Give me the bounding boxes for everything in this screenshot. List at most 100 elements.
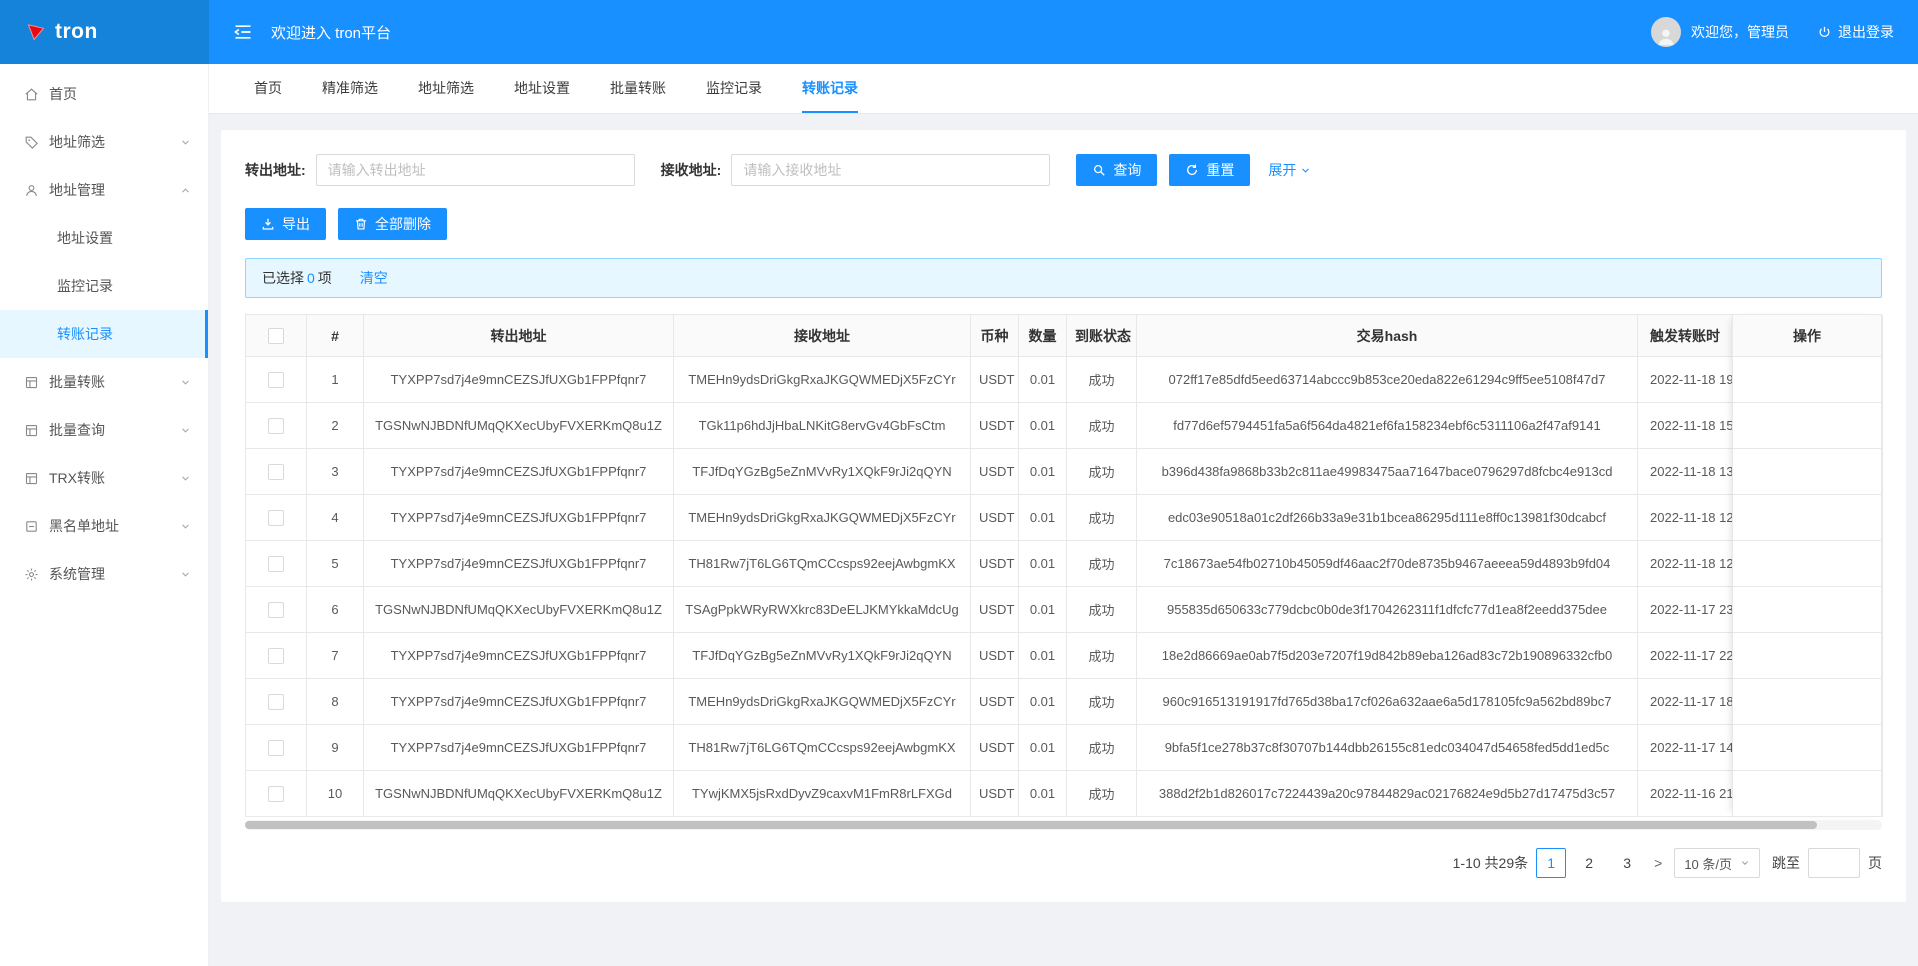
cell-status: 成功 <box>1067 679 1137 725</box>
action-row: 导出 全部删除 <box>245 208 1882 240</box>
cell-coin: USDT <box>971 679 1019 725</box>
tab-precise-filter[interactable]: 精准筛选 <box>322 64 378 113</box>
gear-icon <box>24 567 39 582</box>
cell-operation <box>1733 357 1881 403</box>
cell-to-address: TSAgPpkWRyRWXkrc83DeELJKMYkkaMdcUg <box>674 587 971 633</box>
chevron-down-icon <box>180 521 191 532</box>
row-checkbox[interactable] <box>268 371 284 388</box>
logo-area: tron <box>0 0 209 64</box>
page-button-1[interactable]: 1 <box>1536 848 1567 878</box>
search-icon <box>1092 163 1106 177</box>
row-checkbox[interactable] <box>268 785 284 802</box>
column-header-from: 转出地址 <box>364 315 674 357</box>
sidebar-subitem-address-setting[interactable]: 地址设置 <box>0 214 208 262</box>
table-row: 2 TGSNwNJBDNfUMqQKXecUbyFVXERKmQ8u1Z TGk11… <box>246 403 1883 449</box>
next-page-button[interactable]: > <box>1650 855 1666 871</box>
row-checkbox[interactable] <box>268 693 284 710</box>
logout-button[interactable]: 退出登录 <box>1817 22 1894 42</box>
cell-index: 6 <box>307 587 364 633</box>
export-button[interactable]: 导出 <box>245 208 326 240</box>
row-checkbox[interactable] <box>268 417 284 434</box>
tron-logo-icon <box>26 22 46 42</box>
page-button-2[interactable]: 2 <box>1574 848 1604 878</box>
sidebar-item-blacklist-address[interactable]: 黑名单地址 <box>0 502 208 550</box>
sidebar-subitem-monitor-record[interactable]: 监控记录 <box>0 262 208 310</box>
jump-label: 跳至 <box>1772 855 1800 871</box>
select-all-checkbox[interactable] <box>268 328 284 345</box>
selection-unit: 项 <box>317 270 332 286</box>
cell-from-address: TYXPP7sd7j4e9mnCEZSJfUXGb1FPPfqnr7 <box>364 541 674 587</box>
sidebar-item-system-manage[interactable]: 系统管理 <box>0 550 208 598</box>
row-checkbox[interactable] <box>268 555 284 572</box>
pagination: 1-10 共29条 123 > 10 条/页 跳至 页 <box>245 848 1882 878</box>
app-header: tron 欢迎进入 tron平台 欢迎您，管理员 退出登录 <box>0 0 1918 64</box>
cell-operation <box>1733 403 1881 449</box>
reset-button[interactable]: 重置 <box>1169 154 1251 186</box>
to-address-input[interactable] <box>731 154 1051 186</box>
jump-page-input[interactable] <box>1808 848 1860 878</box>
avatar[interactable] <box>1651 17 1681 47</box>
horizontal-scrollbar[interactable] <box>245 820 1882 830</box>
tag-icon <box>24 135 39 150</box>
column-header-amount: 数量 <box>1019 315 1067 357</box>
logo-text: tron <box>55 20 98 43</box>
chevron-down-icon <box>1300 165 1311 176</box>
tab-monitor-record[interactable]: 监控记录 <box>706 64 762 113</box>
from-address-input[interactable] <box>315 154 635 186</box>
cell-amount: 0.01 <box>1019 679 1067 725</box>
clear-selection-link[interactable]: 清空 <box>360 268 388 288</box>
cell-status: 成功 <box>1067 495 1137 541</box>
chevron-down-icon <box>1740 858 1750 868</box>
tab-transfer-record[interactable]: 转账记录 <box>802 64 858 113</box>
cell-from-address: TYXPP7sd7j4e9mnCEZSJfUXGb1FPPfqnr7 <box>364 725 674 771</box>
chevron-down-icon <box>180 137 191 148</box>
page-button-3[interactable]: 3 <box>1612 848 1642 878</box>
sidebar-item-address-manage[interactable]: 地址管理 <box>0 166 208 214</box>
row-checkbox[interactable] <box>268 601 284 618</box>
sidebar-item-batch-query[interactable]: 批量查询 <box>0 406 208 454</box>
cell-status: 成功 <box>1067 771 1137 817</box>
tab-home[interactable]: 首页 <box>254 64 282 113</box>
delete-all-button[interactable]: 全部删除 <box>338 208 447 240</box>
table-row: 5 TYXPP7sd7j4e9mnCEZSJfUXGb1FPPfqnr7 TH81R… <box>246 541 1883 587</box>
to-address-label: 接收地址: <box>660 162 722 178</box>
row-checkbox[interactable] <box>268 509 284 526</box>
header-right: 欢迎您，管理员 退出登录 <box>1651 17 1894 47</box>
search-button[interactable]: 查询 <box>1076 154 1158 186</box>
sidebar-item-address-filter[interactable]: 地址筛选 <box>0 118 208 166</box>
tab-address-filter[interactable]: 地址筛选 <box>418 64 474 113</box>
cell-amount: 0.01 <box>1019 725 1067 771</box>
content-card: 转出地址: 接收地址: 查询 重置 展开 导出 <box>221 130 1906 902</box>
tab-batch-transfer[interactable]: 批量转账 <box>610 64 666 113</box>
user-icon <box>24 183 39 198</box>
cell-status: 成功 <box>1067 587 1137 633</box>
sidebar-item-trx-transfer[interactable]: TRX转账 <box>0 454 208 502</box>
chevron-down-icon <box>180 569 191 580</box>
column-header-hash: 交易hash <box>1137 315 1638 357</box>
menu-fold-icon[interactable] <box>233 22 253 42</box>
cell-operation <box>1733 679 1881 725</box>
home-icon <box>24 87 39 102</box>
cell-amount: 0.01 <box>1019 587 1067 633</box>
expand-link[interactable]: 展开 <box>1268 160 1311 180</box>
sidebar-subitem-transfer-record[interactable]: 转账记录 <box>0 310 208 358</box>
page-buttons: 123 <box>1536 848 1642 878</box>
welcome-text: 欢迎进入 tron平台 <box>271 24 392 42</box>
cell-operation <box>1733 495 1881 541</box>
cell-from-address: TYXPP7sd7j4e9mnCEZSJfUXGb1FPPfqnr7 <box>364 633 674 679</box>
selection-alert: 已选择 0 项 清空 <box>245 258 1882 298</box>
cell-index: 10 <box>307 771 364 817</box>
scrollbar-thumb[interactable] <box>245 821 1817 829</box>
sidebar-item-batch-transfer[interactable]: 批量转账 <box>0 358 208 406</box>
row-checkbox[interactable] <box>268 463 284 480</box>
page-size-select[interactable]: 10 条/页 <box>1674 848 1760 878</box>
table-row: 9 TYXPP7sd7j4e9mnCEZSJfUXGb1FPPfqnr7 TH81R… <box>246 725 1883 771</box>
row-checkbox[interactable] <box>268 647 284 664</box>
sidebar-item-home[interactable]: 首页 <box>0 70 208 118</box>
operation-fixed-column: 操作 <box>1732 314 1882 817</box>
column-header-status: 到账状态 <box>1067 315 1137 357</box>
row-checkbox[interactable] <box>268 739 284 756</box>
cell-to-address: TFJfDqYGzBg5eZnMVvRy1XQkF9rJi2qQYN <box>674 449 971 495</box>
tab-address-setting[interactable]: 地址设置 <box>514 64 570 113</box>
cell-amount: 0.01 <box>1019 495 1067 541</box>
